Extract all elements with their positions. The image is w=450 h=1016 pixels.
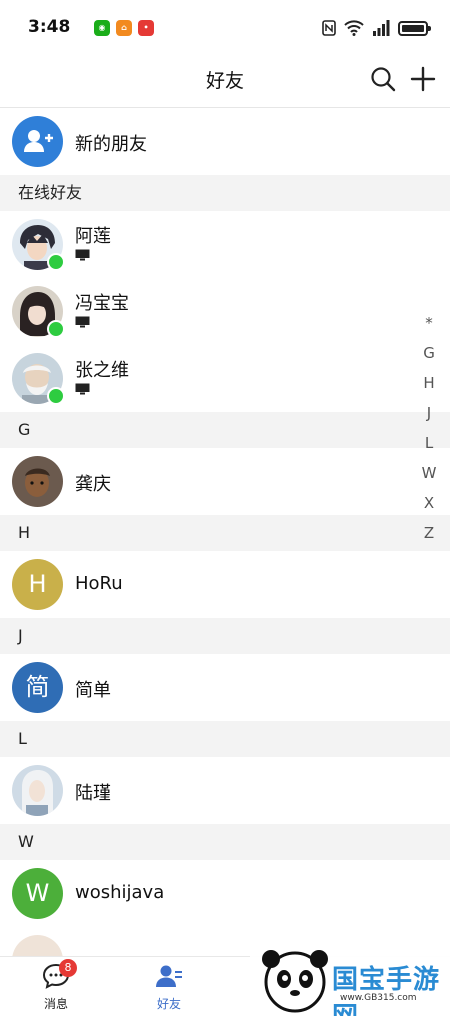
tab-messages[interactable]: 8 消息 [26,959,86,1013]
section-header: L [0,721,450,757]
app-orange-icon: ⌂ [116,20,132,36]
list-item[interactable]: 简 简单 [0,654,450,721]
unread-badge: 8 [59,959,77,977]
avatar [12,765,63,816]
index-letter[interactable]: G [420,338,438,368]
list-item[interactable]: H HoRu [0,551,450,618]
friend-list[interactable]: 新的朋友 在线好友 阿莲 冯宝宝 张之维 G 龚庆 H H HoRu J 简 简… [0,108,450,956]
nfc-icon [322,20,336,36]
section-header: H [0,515,450,551]
online-indicator [47,387,65,405]
status-indicators [322,18,431,38]
avatar-illustration [22,770,53,816]
friend-name: 陆瑾 [75,783,111,804]
list-item[interactable]: 冯宝宝 [0,278,450,345]
new-friends-label: 新的朋友 [75,134,147,155]
friend-name: 龚庆 [75,474,111,495]
tab-label: 好友 [156,997,181,1011]
index-letter[interactable]: * [420,308,438,338]
avatar [12,456,63,507]
status-bar: 3:48 ◉ ⌂ • [0,0,450,56]
watermark: 国宝手游网 www.GB315.com [250,943,450,1016]
add-user-icon [24,130,53,152]
section-header: W [0,824,450,860]
alphabet-index[interactable]: * G H J L W X Z [420,308,438,548]
section-header: J [0,618,450,654]
list-item[interactable]: 龚庆 [0,448,450,515]
online-indicator [47,320,65,338]
section-header-online: 在线好友 [0,175,450,211]
wifi-icon [344,20,364,36]
title-bar: 好友 [0,56,450,108]
battery-icon [398,20,431,36]
section-header: G [0,412,450,448]
index-letter[interactable]: J [420,398,438,428]
friend-name: 冯宝宝 [75,293,129,314]
desktop-icon [75,316,90,328]
new-friend-avatar [12,116,63,167]
desktop-icon [75,383,90,395]
watermark-url: www.GB315.com [340,993,417,1003]
tab-label: 消息 [43,997,68,1011]
add-icon[interactable] [408,64,438,94]
list-item[interactable]: 陆瑾 [0,757,450,824]
list-item[interactable]: 张之维 [0,345,450,412]
panda-logo-icon [262,950,328,1013]
signal-icon [373,20,390,36]
index-letter[interactable]: W [420,458,438,488]
index-letter[interactable]: Z [420,518,438,548]
avatar: H [12,559,63,610]
status-time: 3:48 [28,17,71,37]
contacts-icon [156,965,182,987]
watermark-brand: 国宝手游网 [332,965,441,1016]
avatar [12,935,63,956]
friend-name: 简单 [75,680,111,701]
new-friends-row[interactable]: 新的朋友 [0,108,450,175]
avatar: 简 [12,662,63,713]
friend-name: 张之维 [75,360,129,381]
index-letter[interactable]: X [420,488,438,518]
list-item[interactable]: 阿莲 [0,211,450,278]
wechat-icon: ◉ [94,20,110,36]
tab-friends[interactable]: 好友 [139,963,199,1013]
friend-name: woshijava [75,882,165,903]
friend-name: HoRu [75,573,123,594]
online-indicator [47,253,65,271]
friend-name: 阿莲 [75,226,111,247]
index-letter[interactable]: H [420,368,438,398]
desktop-icon [75,249,90,261]
avatar-illustration [25,468,50,497]
index-letter[interactable]: L [420,428,438,458]
list-item[interactable]: W woshijava [0,860,450,927]
app-red-icon: • [138,20,154,36]
search-icon[interactable] [368,64,398,94]
avatar: W [12,868,63,919]
